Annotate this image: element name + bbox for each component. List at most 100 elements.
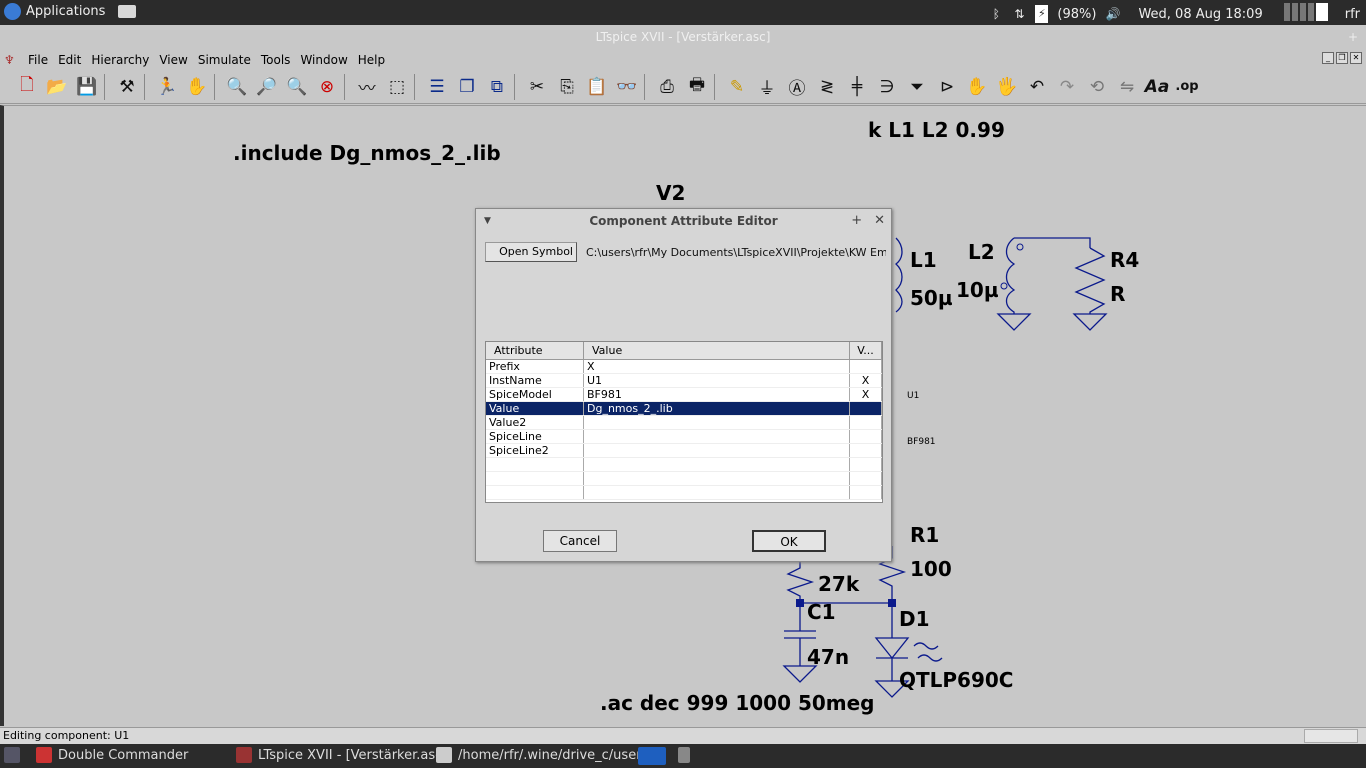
volume-icon[interactable]: 🔊 (1105, 6, 1120, 22)
attribute-cell[interactable]: Value2 (486, 416, 584, 429)
visible-cell[interactable] (850, 458, 882, 471)
attribute-cell[interactable]: Value (486, 402, 584, 415)
menu-help[interactable]: Help (358, 53, 385, 67)
folder-icon[interactable] (118, 5, 137, 18)
attribute-cell[interactable]: SpiceModel (486, 388, 584, 401)
zoom-in-icon[interactable]: 🔍 (222, 72, 252, 102)
dialog-menu-icon[interactable]: ▼ (484, 209, 491, 233)
table-row[interactable]: Prefix X (486, 360, 882, 374)
visible-cell[interactable] (850, 472, 882, 485)
task-editor[interactable]: /home/rfr/.wine/drive_c/user... (436, 747, 653, 763)
visible-cell[interactable] (850, 402, 882, 415)
window-titlebar[interactable]: LTspice XVII - [Verstärker.asc] + (0, 25, 1366, 50)
battery-icon[interactable]: ⚡ (1035, 5, 1049, 23)
c1-label[interactable]: C1 (807, 600, 836, 624)
value-cell[interactable]: Dg_nmos_2_.lib (584, 402, 850, 415)
u1-label[interactable]: U1 (907, 391, 919, 401)
attribute-cell[interactable]: InstName (486, 374, 584, 387)
value-cell[interactable] (584, 416, 850, 429)
ac-directive[interactable]: .ac dec 999 1000 50meg (600, 691, 875, 715)
u1-model[interactable]: BF981 (907, 437, 936, 447)
control-panel-icon[interactable]: ⚒ (112, 72, 142, 102)
task-double-commander[interactable]: Double Commander (36, 747, 188, 763)
cancel-button[interactable]: Cancel (543, 530, 617, 552)
resistor-icon[interactable]: ≷ (812, 72, 842, 102)
zoom-out-icon[interactable]: 🔍 (282, 72, 312, 102)
inductor-icon[interactable]: ∋ (872, 72, 902, 102)
visible-cell[interactable] (850, 360, 882, 373)
dialog-close-icon[interactable]: ✕ (874, 209, 885, 233)
r-27k-value[interactable]: 27k (818, 572, 859, 596)
menu-simulate[interactable]: Simulate (198, 53, 251, 67)
cut-icon[interactable]: ✂ (522, 72, 552, 102)
undo-icon[interactable]: ↶ (1022, 72, 1052, 102)
new-schematic-icon[interactable]: 🗋 (12, 72, 42, 102)
visible-cell[interactable] (850, 430, 882, 443)
spice-directive-icon[interactable]: .op (1172, 72, 1202, 102)
v2-label[interactable]: V2 (656, 181, 685, 205)
attribute-table[interactable]: Attribute Value V... Prefix X InstName U1 X S… (485, 341, 883, 503)
menu-edit[interactable]: Edit (58, 53, 81, 67)
open-icon[interactable]: 📂 (42, 72, 72, 102)
value-cell[interactable] (584, 486, 850, 499)
applications-menu[interactable]: Applications (4, 3, 137, 20)
run-icon[interactable]: 🏃 (152, 72, 182, 102)
mdi-restore-icon[interactable]: ❐ (1336, 52, 1348, 64)
maximize-icon[interactable]: + (1348, 25, 1358, 50)
ltspice-app-icon[interactable]: ♆ (4, 53, 16, 67)
bluetooth-icon[interactable]: ᛒ (989, 6, 1003, 22)
capacitor-icon[interactable]: ╪ (842, 72, 872, 102)
network-icon[interactable]: ⇅ (1012, 6, 1026, 22)
r4-value[interactable]: R (1110, 282, 1125, 306)
value-cell[interactable] (584, 444, 850, 457)
table-row[interactable]: InstName U1 X (486, 374, 882, 388)
ok-button[interactable]: OK (752, 530, 826, 552)
table-row[interactable] (486, 458, 882, 472)
attribute-cell[interactable] (486, 458, 584, 471)
trash-button[interactable] (678, 747, 690, 763)
menu-file[interactable]: File (28, 53, 48, 67)
find-icon[interactable]: 👓 (612, 72, 642, 102)
diode-icon[interactable]: ⏷ (902, 72, 932, 102)
print-setup-icon[interactable]: ⎙ (652, 72, 682, 102)
cascade-icon[interactable]: ❐ (452, 72, 482, 102)
mdi-minimize-icon[interactable]: _ (1322, 52, 1334, 64)
attribute-cell[interactable] (486, 472, 584, 485)
table-row[interactable] (486, 472, 882, 486)
drag-icon[interactable]: 🖐 (992, 72, 1022, 102)
visible-cell[interactable]: X (850, 374, 882, 387)
l1-label[interactable]: L1 (910, 248, 937, 272)
value-cell[interactable] (584, 472, 850, 485)
copy-icon[interactable]: ⎘ (552, 72, 582, 102)
halt-icon[interactable]: ✋ (182, 72, 212, 102)
table-row[interactable]: SpiceLine2 (486, 444, 882, 458)
l2-value[interactable]: 10µ (956, 278, 999, 302)
attribute-cell[interactable]: SpiceLine (486, 430, 584, 443)
value-cell[interactable] (584, 458, 850, 471)
tile-horizontal-icon[interactable]: ☰ (422, 72, 452, 102)
menu-window[interactable]: Window (300, 53, 347, 67)
dialog-titlebar[interactable]: ▼ Component Attribute Editor + ✕ (476, 209, 891, 233)
menu-view[interactable]: View (159, 53, 187, 67)
paste-icon[interactable]: 📋 (582, 72, 612, 102)
visible-cell[interactable] (850, 444, 882, 457)
attribute-cell[interactable]: SpiceLine2 (486, 444, 584, 457)
attribute-cell[interactable] (486, 486, 584, 499)
column-header-visible[interactable]: V... (850, 342, 882, 359)
autorange-icon[interactable]: ⬚ (382, 72, 412, 102)
pan-icon[interactable]: 🔎 (252, 72, 282, 102)
column-header-value[interactable]: Value (584, 342, 850, 359)
value-cell[interactable]: U1 (584, 374, 850, 387)
save-icon[interactable]: 💾 (72, 72, 102, 102)
clock[interactable]: Wed, 08 Aug 18:09 (1138, 7, 1262, 22)
mdi-close-icon[interactable]: ✕ (1350, 52, 1362, 64)
attribute-cell[interactable]: Prefix (486, 360, 584, 373)
value-cell[interactable]: X (584, 360, 850, 373)
label-icon[interactable]: Ⓐ (782, 72, 812, 102)
table-row[interactable]: SpiceLine (486, 430, 882, 444)
text-icon[interactable]: Aa (1142, 72, 1172, 102)
r4-label[interactable]: R4 (1110, 248, 1139, 272)
rotate-icon[interactable]: ⟲ (1082, 72, 1112, 102)
table-row[interactable]: Value Dg_nmos_2_.lib (486, 402, 882, 416)
waveform-icon[interactable]: 〰 (352, 72, 382, 102)
